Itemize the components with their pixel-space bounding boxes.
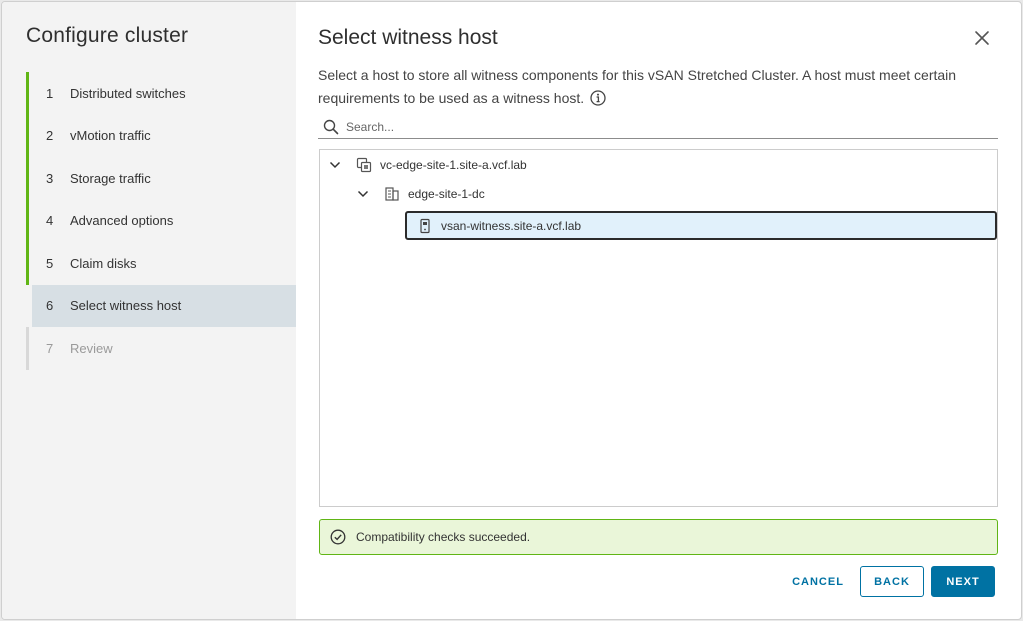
step-label: Distributed switches — [70, 85, 186, 101]
wizard-nav: Configure cluster 1 Distributed switches… — [2, 2, 296, 619]
tree-node-vcenter[interactable]: vc-edge-site-1.site-a.vcf.lab — [328, 151, 527, 179]
datacenter-icon — [385, 187, 399, 201]
info-icon[interactable] — [590, 90, 606, 113]
step-label: Review — [70, 340, 113, 356]
step-number: 6 — [46, 298, 54, 314]
main-content: Select witness host Select a host to sto… — [296, 2, 1021, 619]
page-title: Select witness host — [318, 26, 498, 49]
step-select-witness-host[interactable]: 6 Select witness host — [32, 284, 296, 327]
check-circle-icon — [330, 529, 346, 545]
configure-cluster-dialog: Configure cluster 1 Distributed switches… — [1, 1, 1022, 620]
step-number: 3 — [46, 170, 54, 186]
page-description: Select a host to store all witness compo… — [318, 64, 1008, 113]
close-icon — [975, 31, 989, 45]
step-label: vMotion traffic — [70, 128, 151, 144]
vcenter-icon — [356, 157, 372, 173]
tree-node-datacenter[interactable]: edge-site-1-dc — [356, 180, 485, 208]
step-vmotion-traffic[interactable]: 2 vMotion traffic — [26, 114, 296, 158]
tree-node-witness-host[interactable]: vsan-witness.site-a.vcf.lab — [405, 211, 997, 240]
step-advanced-options[interactable]: 4 Advanced options — [26, 199, 296, 243]
chevron-down-icon[interactable] — [356, 187, 370, 201]
alert-message: Compatibility checks succeeded. — [356, 530, 531, 544]
step-label: Storage traffic — [70, 170, 151, 186]
step-review: 7 Review — [26, 327, 296, 370]
tree-node-label: vc-edge-site-1.site-a.vcf.lab — [380, 158, 527, 172]
host-icon — [420, 218, 430, 233]
description-text: Select a host to store all witness compo… — [318, 67, 957, 106]
step-claim-disks[interactable]: 5 Claim disks — [26, 242, 296, 285]
search-icon — [323, 119, 339, 135]
tree-node-label: edge-site-1-dc — [408, 187, 485, 201]
step-number: 2 — [46, 128, 54, 144]
step-label: Claim disks — [70, 255, 137, 271]
compatibility-alert: Compatibility checks succeeded. — [319, 519, 998, 555]
step-distributed-switches[interactable]: 1 Distributed switches — [26, 72, 296, 115]
wizard-steps: 1 Distributed switches 2 vMotion traffic… — [26, 72, 296, 370]
next-button[interactable]: NEXT — [931, 566, 995, 597]
step-number: 4 — [46, 213, 54, 229]
step-number: 7 — [46, 340, 54, 356]
close-button[interactable] — [973, 29, 991, 47]
back-button[interactable]: BACK — [860, 566, 924, 597]
host-tree: vc-edge-site-1.site-a.vcf.lab edge-site-… — [319, 149, 998, 507]
wizard-title: Configure cluster — [26, 24, 189, 47]
cancel-button[interactable]: CANCEL — [783, 566, 853, 597]
search-input[interactable] — [346, 120, 998, 134]
step-storage-traffic[interactable]: 3 Storage traffic — [26, 157, 296, 200]
step-number: 5 — [46, 255, 54, 271]
chevron-down-icon[interactable] — [328, 158, 342, 172]
search-box — [318, 116, 998, 139]
tree-node-label: vsan-witness.site-a.vcf.lab — [441, 218, 582, 233]
step-label: Select witness host — [70, 298, 182, 314]
step-label: Advanced options — [70, 213, 174, 229]
step-number: 1 — [46, 85, 54, 101]
